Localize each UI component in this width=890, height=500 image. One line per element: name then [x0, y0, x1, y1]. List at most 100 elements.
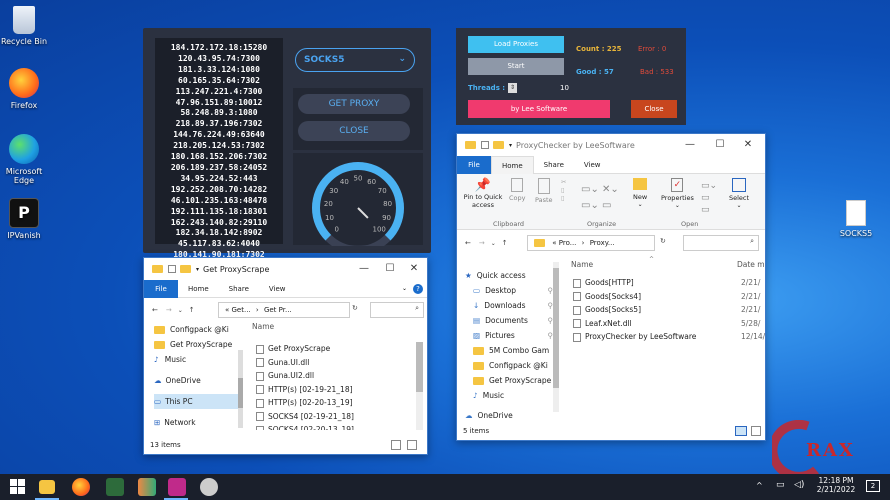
app-taskbar-icon[interactable]: [138, 478, 156, 496]
tree-item-onedrive[interactable]: ☁ OneDrive: [154, 373, 238, 388]
tab-file[interactable]: File: [144, 279, 178, 298]
help-icon[interactable]: ?: [413, 283, 423, 294]
desktop-icon-recycle-bin[interactable]: Recycle Bin: [0, 6, 48, 46]
checker-close-button[interactable]: Close: [631, 100, 677, 118]
recent-dropdown-icon[interactable]: ⌄: [178, 307, 183, 314]
file-row[interactable]: HTTP(s) [02-20-13_19]: [256, 396, 412, 410]
protocol-select[interactable]: SOCKS5 ⌄: [295, 48, 415, 72]
load-proxies-button[interactable]: Load Proxies: [468, 36, 564, 53]
pane-scrollbar[interactable]: [553, 262, 559, 412]
app-taskbar-icon[interactable]: [200, 478, 218, 496]
file-row[interactable]: Goods[Socks5] 2/21/: [573, 303, 765, 317]
firefox-taskbar-icon[interactable]: [72, 478, 90, 496]
tab-view[interactable]: View: [259, 285, 296, 293]
details-view-icon[interactable]: [391, 440, 401, 450]
tree-item[interactable]: 5M Combo Gam: [465, 343, 553, 358]
file-row[interactable]: Goods[HTTP] 2/21/: [573, 276, 765, 290]
file-row[interactable]: Get ProxyScrape: [256, 342, 412, 356]
close-icon[interactable]: ✕: [735, 134, 761, 156]
file-row[interactable]: Goods[Socks4] 2/21/: [573, 290, 765, 304]
tab-share[interactable]: Share: [219, 285, 259, 293]
threads-stepper[interactable]: ⇕: [508, 83, 517, 93]
tree-item[interactable]: ▨ Pictures ⚲: [465, 328, 553, 343]
breadcrumb[interactable]: « Pro...: [552, 239, 576, 247]
clock[interactable]: 12:18 PM 2/21/2022: [814, 476, 858, 494]
tree-item[interactable]: Configpack @Ki: [465, 358, 553, 373]
tree-item[interactable]: ▤ Documents ⚲: [465, 313, 553, 328]
file-row[interactable]: SOCKS4 [02-20-13_19]: [256, 423, 412, 430]
pin-quick-access-button[interactable]: 📌 Pin to Quick access: [461, 178, 505, 209]
breadcrumb[interactable]: Get Pr...: [264, 306, 292, 314]
refresh-icon[interactable]: ↻: [352, 304, 358, 312]
large-icons-view-icon[interactable]: [407, 440, 417, 450]
get-proxy-button[interactable]: GET PROXY: [298, 94, 410, 114]
address-bar[interactable]: « Get... › Get Pr...: [218, 302, 350, 318]
column-header-name[interactable]: Name: [252, 322, 274, 331]
forward-icon[interactable]: →: [479, 239, 485, 247]
tree-item[interactable]: ☁ OneDrive: [465, 408, 553, 423]
tree-item[interactable]: ♪ Music: [465, 388, 553, 403]
desktop-icon-ipvanish[interactable]: P IPVanish: [0, 198, 48, 240]
breadcrumb[interactable]: « Get...: [225, 306, 251, 314]
minimize-icon[interactable]: —: [677, 134, 703, 156]
tree-item-this-pc[interactable]: ▭ This PC: [154, 394, 238, 409]
tree-item[interactable]: ★ Quick access: [465, 268, 553, 283]
back-icon[interactable]: ←: [465, 239, 471, 247]
up-icon[interactable]: ↑: [502, 239, 508, 247]
copy-button[interactable]: Copy: [509, 178, 526, 202]
file-row[interactable]: Leaf.xNet.dll 5/28/: [573, 317, 765, 331]
file-row[interactable]: HTTP(s) [02-19-21_18]: [256, 383, 412, 397]
tree-item[interactable]: ▭ Desktop ⚲: [465, 283, 553, 298]
tree-item[interactable]: ↓ Downloads ⚲: [465, 298, 553, 313]
copy-to-icon[interactable]: ▭⌄ ▭: [581, 200, 611, 211]
tree-item-configpack[interactable]: Configpack @Ki: [154, 322, 238, 337]
new-folder-button[interactable]: New ⌄: [633, 178, 647, 208]
tab-view[interactable]: View: [574, 161, 611, 169]
tab-file[interactable]: File: [457, 155, 491, 174]
desktop-icon-edge[interactable]: Microsoft Edge: [0, 134, 48, 185]
cut-icon[interactable]: ✂ ▯ ▯: [561, 178, 566, 202]
proxy-scraper-taskbar-icon[interactable]: [168, 478, 186, 496]
file-list-scrollbar[interactable]: [416, 342, 423, 430]
recent-dropdown-icon[interactable]: ⌄: [491, 240, 496, 247]
qat-dropdown-icon[interactable]: ▾: [196, 266, 199, 273]
breadcrumb[interactable]: Proxy...: [590, 239, 615, 247]
app-taskbar-icon[interactable]: [106, 478, 124, 496]
column-header-date[interactable]: Date m: [737, 260, 765, 269]
start-button[interactable]: [10, 479, 26, 495]
tree-item[interactable]: Get ProxyScrape: [465, 373, 553, 388]
tree-item-network[interactable]: ⊞ Network: [154, 415, 238, 430]
search-input[interactable]: ⌕: [683, 235, 759, 251]
back-icon[interactable]: ←: [152, 306, 158, 314]
address-bar[interactable]: « Pro... › Proxy...: [527, 235, 655, 251]
file-row[interactable]: ProxyChecker by LeeSoftware 12/14/: [573, 330, 765, 344]
desktop-icon-firefox[interactable]: Firefox: [0, 68, 48, 110]
maximize-icon[interactable]: ☐: [377, 258, 403, 280]
close-icon[interactable]: ✕: [401, 258, 427, 280]
expand-ribbon-icon[interactable]: ⌄: [402, 285, 407, 292]
paste-button[interactable]: Paste: [535, 178, 553, 204]
forward-icon[interactable]: →: [166, 306, 172, 314]
close-button[interactable]: CLOSE: [298, 121, 410, 141]
column-header-name[interactable]: Name: [571, 260, 593, 269]
show-hidden-icons-icon[interactable]: ^: [756, 481, 763, 490]
file-row[interactable]: SOCKS4 [02-19-21_18]: [256, 410, 412, 424]
open-actions-icon[interactable]: ▭⌄ ▭ ▭: [701, 180, 717, 216]
minimize-icon[interactable]: —: [351, 258, 377, 280]
volume-icon[interactable]: ◁): [794, 480, 804, 490]
file-row[interactable]: Guna.UI2.dll: [256, 369, 412, 383]
file-explorer-taskbar-icon[interactable]: [39, 480, 55, 494]
refresh-icon[interactable]: ↻: [660, 237, 666, 245]
qat-dropdown-icon[interactable]: ▾: [509, 142, 512, 149]
search-input[interactable]: ⌕: [370, 302, 424, 318]
desktop-icon-socks5[interactable]: SOCKS5: [832, 200, 880, 238]
tab-share[interactable]: Share: [534, 161, 574, 169]
brand-button[interactable]: by Lee Software: [468, 100, 610, 118]
notification-center-icon[interactable]: 2: [866, 480, 880, 492]
file-row[interactable]: Guna.UI.dll: [256, 356, 412, 370]
start-button[interactable]: Start: [468, 58, 564, 75]
select-button[interactable]: Select ⌄: [729, 178, 749, 209]
properties-button[interactable]: ✓ Properties ⌄: [661, 178, 694, 209]
maximize-icon[interactable]: ☐: [707, 134, 733, 156]
up-icon[interactable]: ↑: [189, 306, 195, 314]
